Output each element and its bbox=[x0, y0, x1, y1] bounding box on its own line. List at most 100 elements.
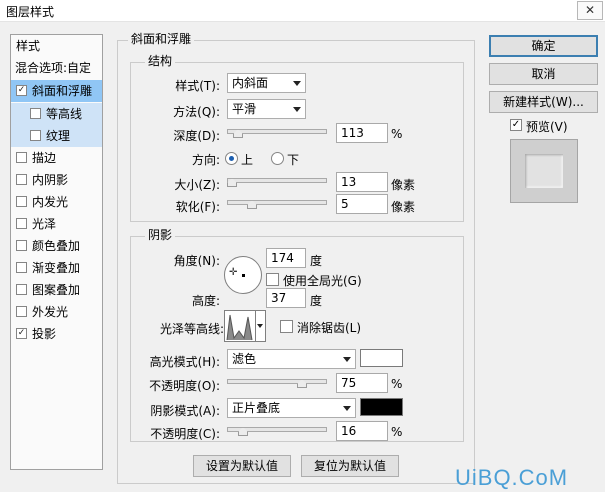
altitude-input[interactable]: 37 bbox=[266, 288, 306, 308]
inner-shadow-checkbox[interactable] bbox=[16, 174, 27, 185]
chevron-down-icon bbox=[257, 324, 263, 328]
size-unit: 像素 bbox=[391, 178, 416, 192]
watermark: UiBQ.CoM bbox=[455, 465, 569, 490]
gloss-contour-preview[interactable] bbox=[224, 310, 256, 342]
angle-label: 角度(N): bbox=[173, 254, 220, 268]
highlight-opacity-input[interactable]: 75 bbox=[336, 373, 388, 393]
style-item-bevel-emboss[interactable]: ✓ 斜面和浮雕 bbox=[11, 80, 102, 102]
chevron-down-icon bbox=[293, 107, 301, 112]
pattern-overlay-checkbox[interactable] bbox=[16, 284, 27, 295]
reset-default-button[interactable]: 复位为默认值 bbox=[301, 455, 399, 477]
make-default-button[interactable]: 设置为默认值 bbox=[193, 455, 291, 477]
satin-checkbox[interactable] bbox=[16, 218, 27, 229]
technique-value: 平滑 bbox=[232, 102, 257, 116]
contour-curve-icon bbox=[226, 314, 253, 341]
color-overlay-label: 颜色叠加 bbox=[32, 239, 81, 253]
angle-dial[interactable]: ✛ bbox=[224, 256, 262, 294]
direction-down-radio[interactable] bbox=[271, 152, 284, 165]
style-label: 样式(T): bbox=[175, 79, 220, 93]
texture-label: 纹理 bbox=[46, 129, 71, 143]
highlight-mode-label: 高光模式(H): bbox=[149, 355, 220, 369]
shadow-mode-value: 正片叠底 bbox=[232, 401, 281, 415]
antialias-checkbox[interactable] bbox=[280, 320, 293, 333]
style-preview-thumbnail bbox=[510, 139, 578, 203]
soften-input[interactable]: 5 bbox=[336, 194, 388, 214]
structure-title: 结构 bbox=[145, 54, 176, 68]
shadow-opacity-label: 不透明度(C): bbox=[150, 427, 220, 441]
style-item-color-overlay[interactable]: 颜色叠加 bbox=[11, 235, 102, 257]
style-item-outer-glow[interactable]: 外发光 bbox=[11, 301, 102, 323]
close-button[interactable]: ✕ bbox=[577, 1, 603, 20]
crosshair-icon: ✛ bbox=[229, 267, 238, 278]
direction-up-label: 上 bbox=[241, 153, 254, 167]
style-item-drop-shadow[interactable]: ✓ 投影 bbox=[11, 323, 102, 345]
bevel-checkbox[interactable]: ✓ bbox=[16, 85, 27, 96]
inner-glow-label: 内发光 bbox=[32, 195, 69, 209]
shadow-color-swatch[interactable] bbox=[360, 398, 403, 416]
outer-glow-label: 外发光 bbox=[32, 305, 69, 319]
cancel-button[interactable]: 取消 bbox=[489, 63, 598, 85]
style-item-pattern-overlay[interactable]: 图案叠加 bbox=[11, 279, 102, 301]
contour-checkbox[interactable] bbox=[30, 108, 41, 119]
style-item-contour[interactable]: 等高线 bbox=[11, 103, 102, 125]
soften-unit: 像素 bbox=[391, 200, 416, 214]
shadow-opacity-unit: % bbox=[391, 425, 403, 439]
window-title: 图层样式 bbox=[6, 5, 55, 19]
stroke-label: 描边 bbox=[32, 151, 57, 165]
chevron-down-icon bbox=[343, 357, 351, 362]
bevel-emboss-title: 斜面和浮雕 bbox=[128, 32, 195, 46]
inner-glow-checkbox[interactable] bbox=[16, 196, 27, 207]
pattern-overlay-label: 图案叠加 bbox=[32, 283, 81, 297]
style-item-stroke[interactable]: 描边 bbox=[11, 147, 102, 169]
shadow-mode-label: 阴影模式(A): bbox=[150, 404, 220, 418]
drop-shadow-checkbox[interactable]: ✓ bbox=[16, 328, 27, 339]
direction-label: 方向: bbox=[191, 153, 220, 167]
global-light-checkbox[interactable] bbox=[266, 273, 279, 286]
preview-shape bbox=[525, 154, 563, 188]
highlight-opacity-slider[interactable] bbox=[227, 379, 327, 384]
direction-down-label: 下 bbox=[287, 153, 300, 167]
preview-checkbox[interactable]: ✓ bbox=[510, 119, 522, 131]
bevel-style-select[interactable]: 内斜面 bbox=[227, 73, 306, 93]
style-item-inner-glow[interactable]: 内发光 bbox=[11, 191, 102, 213]
highlight-mode-select[interactable]: 滤色 bbox=[227, 349, 356, 369]
ok-button[interactable]: 确定 bbox=[489, 35, 598, 57]
satin-label: 光泽 bbox=[32, 217, 57, 231]
highlight-mode-value: 滤色 bbox=[232, 352, 257, 366]
antialias-label: 消除锯齿(L) bbox=[297, 321, 362, 335]
texture-checkbox[interactable] bbox=[30, 130, 41, 141]
altitude-unit: 度 bbox=[310, 294, 323, 308]
bevel-label: 斜面和浮雕 bbox=[32, 84, 93, 98]
global-light-label: 使用全局光(G) bbox=[283, 274, 362, 288]
outer-glow-checkbox[interactable] bbox=[16, 306, 27, 317]
angle-input[interactable]: 174 bbox=[266, 248, 306, 268]
size-slider[interactable] bbox=[227, 178, 327, 183]
new-style-button[interactable]: 新建样式(W)... bbox=[489, 91, 598, 113]
gradient-overlay-checkbox[interactable] bbox=[16, 262, 27, 273]
style-item-texture[interactable]: 纹理 bbox=[11, 125, 102, 147]
soften-slider[interactable] bbox=[227, 200, 327, 205]
contour-label: 等高线 bbox=[46, 107, 83, 121]
gradient-overlay-label: 渐变叠加 bbox=[32, 261, 81, 275]
color-overlay-checkbox[interactable] bbox=[16, 240, 27, 251]
preview-label: 预览(V) bbox=[526, 120, 568, 134]
shading-title: 阴影 bbox=[145, 228, 176, 242]
gloss-contour-label: 光泽等高线: bbox=[159, 322, 224, 336]
direction-up-radio[interactable] bbox=[225, 152, 238, 165]
technique-select[interactable]: 平滑 bbox=[227, 99, 306, 119]
blend-options-item[interactable]: 混合选项:自定 bbox=[15, 57, 106, 79]
depth-input[interactable]: 113 bbox=[336, 123, 388, 143]
bevel-style-value: 内斜面 bbox=[232, 76, 269, 90]
style-item-inner-shadow[interactable]: 内阴影 bbox=[11, 169, 102, 191]
gloss-contour-dropdown[interactable] bbox=[256, 310, 266, 342]
depth-label: 深度(D): bbox=[173, 129, 220, 143]
shadow-opacity-input[interactable]: 16 bbox=[336, 421, 388, 441]
size-input[interactable]: 13 bbox=[336, 172, 388, 192]
highlight-color-swatch[interactable] bbox=[360, 349, 403, 367]
style-item-gradient-overlay[interactable]: 渐变叠加 bbox=[11, 257, 102, 279]
size-label: 大小(Z): bbox=[174, 178, 220, 192]
stroke-checkbox[interactable] bbox=[16, 152, 27, 163]
shadow-mode-select[interactable]: 正片叠底 bbox=[227, 398, 356, 418]
title-bar: 图层样式 ✕ bbox=[0, 0, 605, 22]
style-item-satin[interactable]: 光泽 bbox=[11, 213, 102, 235]
